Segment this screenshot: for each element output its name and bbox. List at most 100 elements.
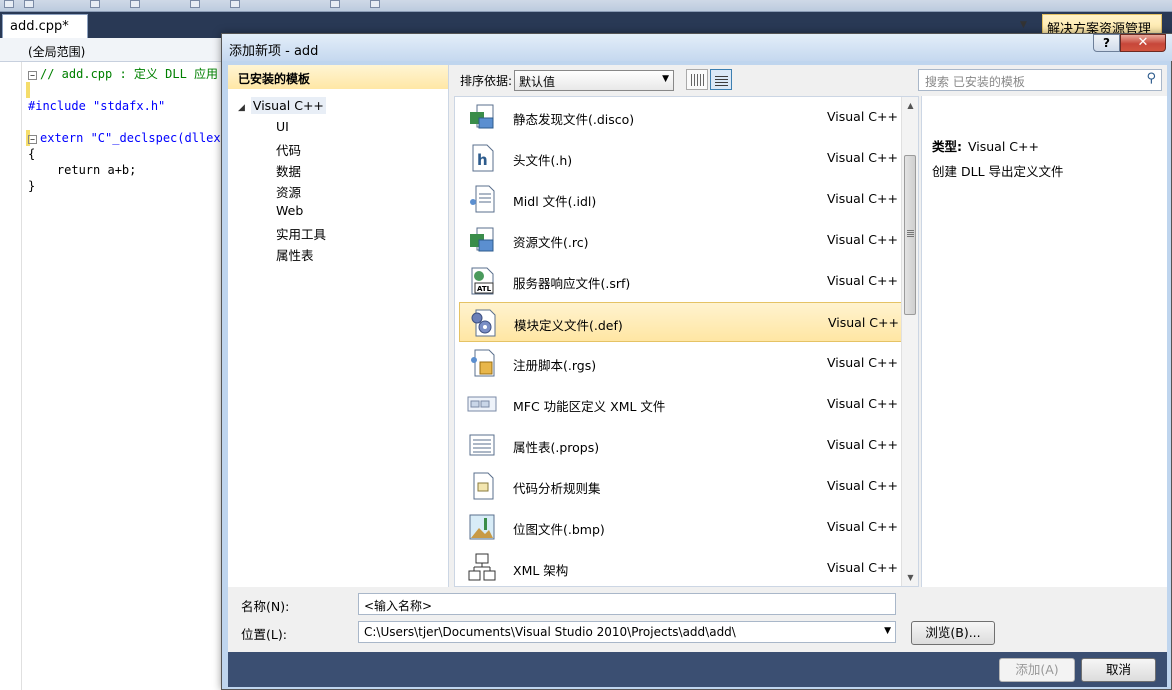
add-new-item-dialog: 添加新项 - add ? ✕ 已安装的模板 ◢ Visual C++ UI 代码 数据… bbox=[221, 33, 1172, 690]
template-list[interactable]: 静态发现文件(.disco) Visual C++ h 头文件(.h) Visual C… bbox=[454, 96, 919, 587]
code-line-text: #include "stdafx.h" bbox=[28, 99, 166, 113]
list-item[interactable]: Midl 文件(.idl) Visual C++ bbox=[459, 179, 903, 219]
search-icon[interactable]: ⚲ bbox=[1146, 71, 1156, 86]
toolbar-icon[interactable] bbox=[4, 0, 14, 8]
cancel-button[interactable]: 取消 bbox=[1081, 658, 1156, 682]
def-file-icon bbox=[468, 308, 498, 338]
item-name: 头文件(.h) bbox=[513, 153, 573, 168]
list-item[interactable]: 属性表(.props) Visual C++ bbox=[459, 425, 903, 465]
item-language: Visual C++ bbox=[827, 232, 898, 247]
atl-file-icon: ATL bbox=[467, 266, 497, 296]
expanded-triangle-icon[interactable]: ◢ bbox=[238, 103, 245, 113]
resource-file-icon bbox=[467, 225, 497, 255]
dialog-titlebar[interactable]: 添加新项 - add ? ✕ bbox=[222, 34, 1172, 61]
code-line-text: } bbox=[28, 179, 36, 193]
add-button[interactable]: 添加(A) bbox=[999, 658, 1075, 682]
help-button[interactable]: ? bbox=[1093, 34, 1120, 52]
template-tree-pane: 已安装的模板 ◢ Visual C++ UI 代码数据资源 Web 实用工具属性表 bbox=[228, 65, 449, 587]
tree-node-child[interactable]: UI bbox=[276, 119, 289, 134]
browse-button[interactable]: 浏览(B)... bbox=[911, 621, 995, 645]
toolbar-icon[interactable] bbox=[130, 0, 140, 8]
list-item[interactable]: h 头文件(.h) Visual C++ bbox=[459, 138, 903, 178]
item-name: 模块定义文件(.def) bbox=[514, 318, 623, 333]
list-item[interactable]: MFC 功能区定义 XML 文件 Visual C++ bbox=[459, 384, 903, 424]
tree-node-child[interactable]: 属性表 bbox=[276, 245, 314, 264]
list-item-selected[interactable]: 模块定义文件(.def) Visual C++ bbox=[459, 302, 903, 342]
detail-type-label: 类型: bbox=[932, 139, 962, 154]
toolbar-icon[interactable] bbox=[330, 0, 340, 8]
ribbon-xml-icon bbox=[467, 389, 497, 419]
code-line-text: extern "C"_declspec(dllexp bbox=[40, 131, 228, 145]
tree-node-child[interactable]: 数据 bbox=[276, 161, 301, 180]
scroll-down-icon[interactable]: ▼ bbox=[902, 569, 918, 586]
midl-file-icon bbox=[467, 184, 497, 214]
disco-file-icon bbox=[467, 102, 497, 132]
registry-script-icon bbox=[467, 348, 497, 378]
list-item[interactable]: 代码分析规则集 Visual C++ bbox=[459, 466, 903, 506]
item-language: Visual C++ bbox=[828, 315, 899, 330]
detail-description: 创建 DLL 导出定义文件 bbox=[932, 164, 1064, 179]
list-item[interactable]: XML 架构 Visual C++ bbox=[459, 548, 903, 586]
fold-toggle-icon[interactable]: − bbox=[28, 71, 37, 80]
ide-toolbar bbox=[0, 0, 1172, 12]
scroll-up-icon[interactable]: ▲ bbox=[902, 97, 918, 114]
toolbar-icon[interactable] bbox=[90, 0, 100, 8]
item-name: 位图文件(.bmp) bbox=[513, 522, 605, 537]
small-icons-view-button[interactable] bbox=[686, 69, 708, 90]
item-language: Visual C++ bbox=[827, 478, 898, 493]
tree-node-child[interactable]: 代码 bbox=[276, 140, 301, 159]
search-input[interactable]: 搜索 已安装的模板 ⚲ bbox=[918, 69, 1162, 91]
toolbar-icon[interactable] bbox=[230, 0, 240, 8]
code-line: { bbox=[28, 146, 228, 162]
item-language: Visual C++ bbox=[827, 560, 898, 575]
name-input[interactable]: <输入名称> bbox=[358, 593, 896, 615]
dropdown-arrow-icon[interactable]: ▼ bbox=[884, 626, 891, 636]
item-name: Midl 文件(.idl) bbox=[513, 194, 597, 209]
code-line-text: // add.cpp : 定义 DLL 应用 bbox=[40, 67, 219, 81]
toolbar-icon[interactable] bbox=[190, 0, 200, 8]
list-item[interactable]: 注册脚本(.rgs) Visual C++ bbox=[459, 343, 903, 383]
code-line: −// add.cpp : 定义 DLL 应用 bbox=[28, 66, 228, 82]
location-value: C:\Users\tjer\Documents\Visual Studio 20… bbox=[364, 625, 736, 639]
list-item[interactable]: 位图文件(.bmp) Visual C++ bbox=[459, 507, 903, 547]
code-text[interactable]: −// add.cpp : 定义 DLL 应用 #include "stdafx.… bbox=[28, 66, 228, 194]
list-item[interactable]: 资源文件(.rc) Visual C++ bbox=[459, 220, 903, 260]
tree-node-child[interactable]: 资源 bbox=[276, 182, 301, 201]
svg-text:ATL: ATL bbox=[477, 285, 492, 293]
name-location-fields: 名称(N): <输入名称> 位置(L): C:\Users\tjer\Docum… bbox=[228, 587, 1167, 645]
toolbar-icon[interactable] bbox=[370, 0, 380, 8]
tree-node-child[interactable]: 实用工具 bbox=[276, 224, 326, 243]
installed-templates-header[interactable]: 已安装的模板 bbox=[228, 65, 448, 89]
item-language: Visual C++ bbox=[827, 437, 898, 452]
item-language: Visual C++ bbox=[827, 519, 898, 534]
list-item[interactable]: 静态发现文件(.disco) Visual C++ bbox=[459, 97, 903, 137]
location-combobox[interactable]: C:\Users\tjer\Documents\Visual Studio 20… bbox=[358, 621, 896, 643]
bitmap-file-icon bbox=[467, 512, 497, 542]
item-name: 静态发现文件(.disco) bbox=[513, 112, 635, 127]
editor-margin bbox=[0, 62, 22, 690]
document-tab[interactable]: add.cpp* bbox=[2, 14, 88, 38]
item-name: MFC 功能区定义 XML 文件 bbox=[513, 399, 666, 414]
item-name: 注册脚本(.rgs) bbox=[513, 358, 597, 373]
code-line: #include "stdafx.h" bbox=[28, 98, 228, 114]
dialog-body: 已安装的模板 ◢ Visual C++ UI 代码 数据 资源 Web 实用工具 属性表 排序… bbox=[228, 65, 1167, 687]
vertical-scrollbar[interactable]: ▲ ▼ bbox=[901, 97, 918, 586]
code-line-text: return a+b; bbox=[28, 163, 137, 177]
search-placeholder: 搜索 已安装的模板 bbox=[925, 75, 1025, 89]
close-button[interactable]: ✕ bbox=[1120, 34, 1166, 52]
tree-node-child[interactable]: Web bbox=[276, 203, 303, 218]
scroll-thumb[interactable] bbox=[904, 155, 916, 315]
fold-toggle-icon[interactable]: − bbox=[28, 135, 37, 144]
panel-dropdown-icon[interactable]: ▼ bbox=[1020, 20, 1027, 30]
dropdown-arrow-icon: ▼ bbox=[662, 74, 669, 84]
tree-node-visual-cpp[interactable]: ◢ Visual C++ bbox=[238, 97, 326, 114]
toolbar-icon[interactable] bbox=[24, 0, 34, 8]
list-item[interactable]: ATL 服务器响应文件(.srf) Visual C++ bbox=[459, 261, 903, 301]
small-icons-grid-icon bbox=[691, 74, 704, 86]
medium-icons-view-button[interactable] bbox=[710, 69, 732, 90]
sort-dropdown[interactable]: 默认值 ▼ bbox=[514, 70, 674, 91]
template-details-pane: 类型: Visual C++ 创建 DLL 导出定义文件 bbox=[921, 96, 1167, 587]
location-label: 位置(L): bbox=[241, 627, 287, 642]
